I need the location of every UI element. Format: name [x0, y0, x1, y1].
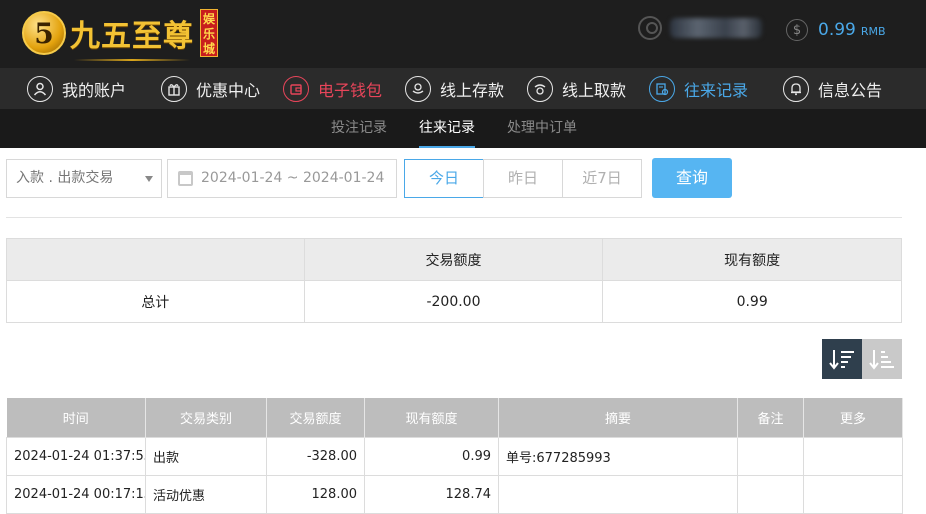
cell-balance: 0.99: [364, 436, 499, 476]
gift-icon: [161, 75, 187, 102]
cell-type: 出款: [145, 436, 267, 476]
summary-cell: 总计: [6, 280, 305, 323]
user-info[interactable]: [638, 16, 762, 40]
balance-unit: RMB: [860, 25, 886, 38]
column-header-more[interactable]: 更多: [803, 398, 903, 437]
summary-cell: 0.99: [602, 280, 902, 323]
nav-label: 我的账户: [62, 80, 127, 100]
column-header-balance[interactable]: 现有额度: [364, 398, 499, 437]
nav-label: 电子钱包: [318, 80, 383, 100]
logo-tag: 娱乐城: [200, 9, 218, 57]
records-icon: [649, 75, 675, 102]
nav-item-online-withdraw[interactable]: 线上取款: [527, 68, 626, 109]
user-avatar-icon: [638, 16, 662, 40]
nav-item-announcements[interactable]: 信息公告: [783, 68, 882, 109]
nav-label: 优惠中心: [196, 80, 261, 100]
sort-descending-button[interactable]: [822, 339, 862, 379]
cell-time: 2024-01-24 01:37:55: [6, 436, 146, 476]
balance-value: 0.99: [818, 20, 856, 40]
cell-time: 2024-01-24 00:17:15: [6, 474, 146, 514]
nav-label: 线上存款: [440, 80, 505, 100]
cell-remark: [737, 436, 804, 476]
subtab-pending-orders[interactable]: 处理中订单: [507, 109, 577, 148]
select-value: 入款 . 出款交易: [16, 170, 114, 186]
subtab-bet-records[interactable]: 投注记录: [331, 109, 387, 148]
range-7days-button[interactable]: 近7日: [562, 159, 642, 198]
nav-item-promotions[interactable]: 优惠中心: [161, 68, 260, 109]
summary-header-row: 交易额度 现有额度: [6, 238, 902, 281]
logo-title: 九五至尊: [70, 19, 194, 54]
logo-badge: 5: [22, 11, 66, 55]
sub-nav: 投注记录 往来记录 处理中订单: [0, 109, 926, 148]
wallet-icon: [283, 75, 309, 102]
summary-header-cell: 现有额度: [602, 238, 902, 281]
nav-item-my-account[interactable]: 我的账户: [27, 68, 126, 109]
column-header-time[interactable]: 时间: [6, 398, 146, 437]
cell-more[interactable]: [803, 474, 903, 514]
date-range-input[interactable]: 2024-01-24 ~ 2024-01-24: [167, 159, 397, 198]
top-header: 5 九五至尊 娱乐城 $ 0.99 RMB: [0, 0, 926, 68]
transaction-type-select[interactable]: 入款 . 出款交易: [6, 159, 162, 198]
main-nav: 我的账户 优惠中心 电子钱包 线上存款 线上取款 往来记录 信息公告: [0, 68, 926, 109]
sort-ascending-icon: [869, 350, 894, 370]
nav-label: 信息公告: [818, 80, 883, 100]
logo-underline: [74, 59, 190, 61]
transactions-table: 时间 交易类别 交易额度 现有额度 摘要 备注 更多 2024-01-24 01…: [6, 398, 903, 514]
deposit-icon: [405, 75, 431, 102]
cell-amount: -328.00: [266, 436, 365, 476]
date-range-value: 2024-01-24 ~ 2024-01-24: [201, 170, 385, 186]
site-logo[interactable]: 5 九五至尊 娱乐城: [22, 4, 218, 62]
table-row[interactable]: 2024-01-24 01:37:55 出款 -328.00 0.99 单号:6…: [6, 436, 903, 476]
cell-summary: [498, 474, 738, 514]
summary-header-cell: [6, 238, 305, 281]
cell-more[interactable]: [803, 436, 903, 476]
withdraw-icon: [527, 75, 553, 102]
username-redacted: [670, 18, 762, 38]
table-row[interactable]: 2024-01-24 00:17:15 活动优惠 128.00 128.74: [6, 474, 903, 514]
range-yesterday-button[interactable]: 昨日: [483, 159, 563, 198]
cell-amount: 128.00: [266, 474, 365, 514]
summary-table: 交易额度 现有额度 总计 -200.00 0.99: [6, 238, 902, 323]
query-button[interactable]: 查询: [652, 158, 732, 198]
nav-item-records[interactable]: 往来记录: [649, 68, 748, 109]
cell-type: 活动优惠: [145, 474, 267, 514]
divider: [6, 217, 902, 218]
summary-header-cell: 交易额度: [303, 238, 604, 281]
summary-cell: -200.00: [303, 280, 604, 323]
table-header-row: 时间 交易类别 交易额度 现有额度 摘要 备注 更多: [6, 398, 903, 437]
nav-label: 往来记录: [684, 80, 749, 100]
column-header-type[interactable]: 交易类别: [145, 398, 267, 437]
caret-down-icon: [145, 176, 153, 182]
sort-descending-icon: [829, 350, 854, 370]
column-header-amount[interactable]: 交易额度: [266, 398, 365, 437]
range-today-button[interactable]: 今日: [404, 159, 484, 198]
calendar-icon: [178, 171, 193, 186]
bell-icon: [783, 75, 809, 102]
nav-item-online-deposit[interactable]: 线上存款: [405, 68, 504, 109]
column-header-remark[interactable]: 备注: [737, 398, 804, 437]
summary-total-row: 总计 -200.00 0.99: [6, 280, 902, 323]
dollar-coin-icon: $: [786, 19, 808, 41]
nav-item-e-wallet[interactable]: 电子钱包: [283, 68, 382, 109]
column-header-summary[interactable]: 摘要: [498, 398, 738, 437]
balance: $ 0.99 RMB: [786, 19, 886, 41]
cell-remark: [737, 474, 804, 514]
user-icon: [27, 75, 53, 102]
subtab-transaction-records[interactable]: 往来记录: [419, 109, 475, 148]
sort-ascending-button[interactable]: [862, 339, 902, 379]
logo-text: 九五至尊: [70, 11, 194, 61]
cell-summary: 单号:677285993: [498, 436, 738, 476]
cell-balance: 128.74: [364, 474, 499, 514]
nav-label: 线上取款: [562, 80, 627, 100]
